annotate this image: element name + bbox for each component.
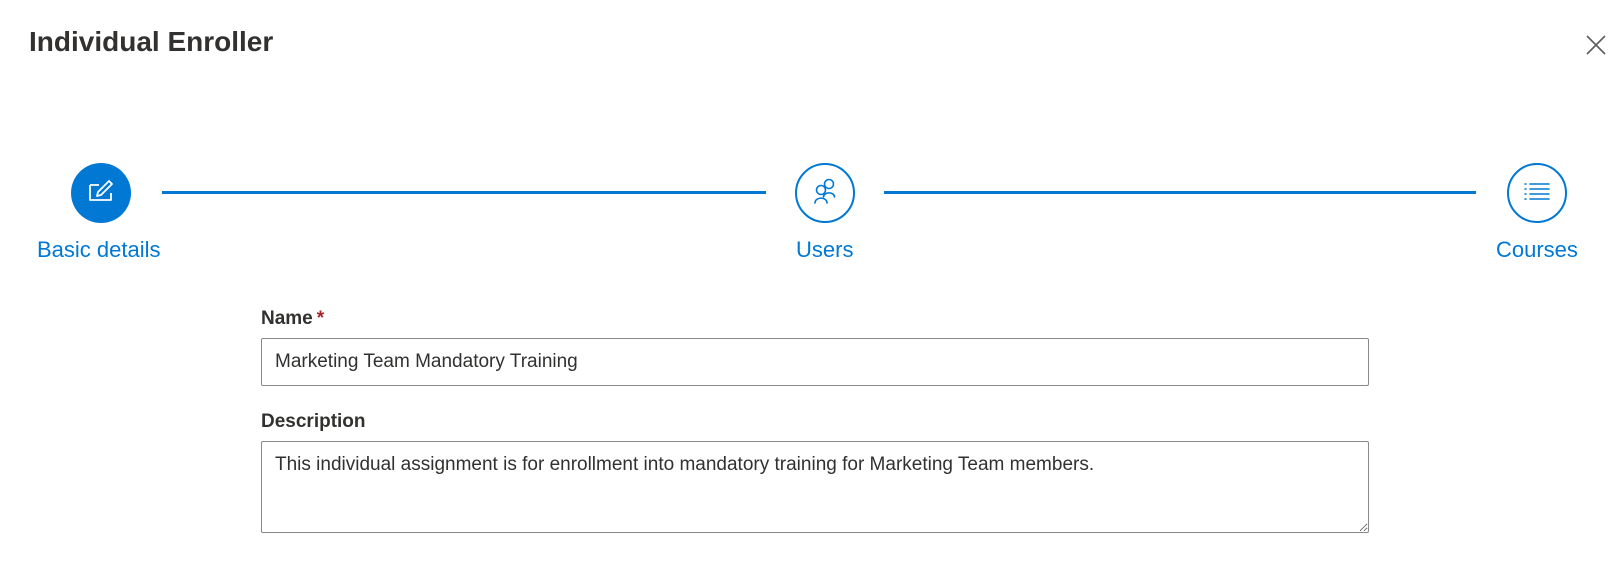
description-label: Description bbox=[261, 411, 366, 432]
close-button[interactable] bbox=[1580, 30, 1612, 62]
step-label-courses[interactable]: Courses bbox=[1496, 235, 1578, 265]
step-label-basic-details[interactable]: Basic details bbox=[37, 235, 161, 265]
step-courses[interactable] bbox=[1507, 163, 1567, 223]
step-basic-details[interactable] bbox=[71, 163, 131, 223]
name-label-text: Name bbox=[261, 308, 313, 329]
name-input[interactable] bbox=[261, 338, 1369, 386]
required-marker: * bbox=[316, 308, 325, 329]
step-users[interactable] bbox=[795, 163, 855, 223]
list-icon bbox=[1522, 176, 1552, 211]
description-input[interactable]: This individual assignment is for enroll… bbox=[261, 441, 1369, 533]
step-connector bbox=[162, 191, 766, 194]
step-connector bbox=[884, 191, 1476, 194]
dialog-title: Individual Enroller bbox=[29, 26, 274, 57]
close-icon bbox=[1585, 34, 1607, 59]
name-label: Name * bbox=[261, 306, 324, 332]
people-icon bbox=[810, 176, 840, 211]
step-label-users[interactable]: Users bbox=[796, 235, 853, 265]
edit-icon bbox=[86, 176, 116, 211]
